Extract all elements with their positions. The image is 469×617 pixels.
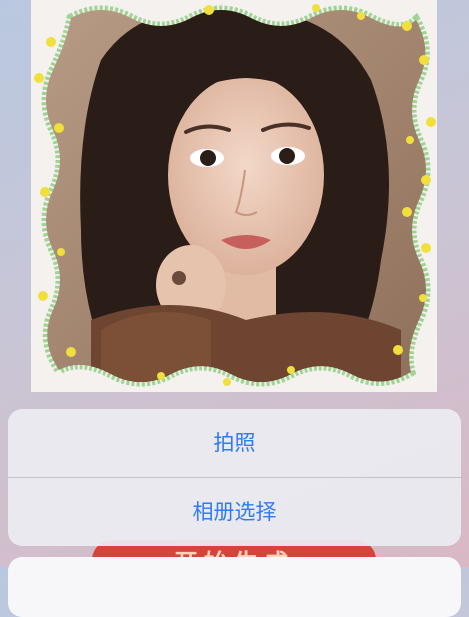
take-photo-button[interactable]: 拍照: [8, 409, 461, 477]
portrait-image: [34, 4, 436, 387]
photo-preview-card: [31, 0, 437, 392]
choose-from-album-button[interactable]: 相册选择: [8, 478, 461, 546]
action-sheet: 拍照 相册选择: [8, 409, 461, 546]
cancel-button[interactable]: [8, 557, 461, 617]
